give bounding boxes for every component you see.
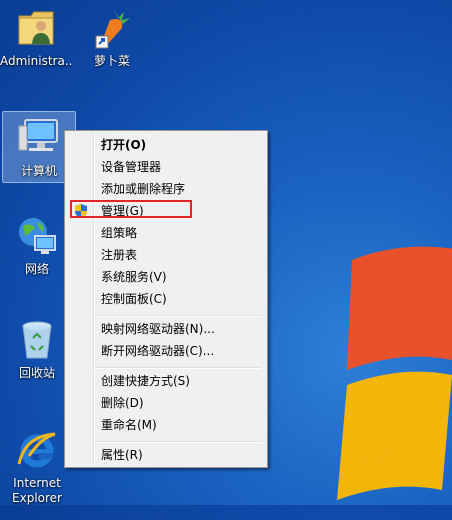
context-menu: 打开(O) 设备管理器 添加或删除程序 管理(G) 组策略 注册表 系统服务(V…	[64, 130, 268, 468]
menu-item-rename[interactable]: 重命名(M)	[67, 414, 263, 436]
menu-item-create-shortcut[interactable]: 创建快捷方式(S)	[67, 370, 263, 392]
desktop-icon-carrot-app[interactable]: 萝卜菜	[75, 6, 149, 69]
windows-flag-logo	[337, 246, 452, 500]
recycle-bin-icon	[15, 318, 59, 362]
menu-item-disconnect-network-drive[interactable]: 断开网络驱动器(C)...	[67, 340, 263, 362]
desktop-icon-label: Administra...	[0, 54, 74, 68]
desktop-icon-label: 网络	[24, 262, 49, 276]
menu-item-properties[interactable]: 属性(R)	[67, 444, 263, 466]
menu-item-open[interactable]: 打开(O)	[67, 134, 263, 156]
menu-separator	[95, 315, 261, 317]
menu-item-delete[interactable]: 删除(D)	[67, 392, 263, 414]
computer-icon	[17, 116, 61, 160]
user-folder-icon	[15, 6, 59, 50]
desktop-icon-label: Explorer	[12, 491, 62, 505]
menu-item-group-policy[interactable]: 组策略	[67, 222, 263, 244]
menu-separator	[95, 367, 261, 369]
desktop: Administra... 萝卜菜 计算机 网络 回收站 Internet Ex…	[0, 0, 452, 505]
desktop-icon-administrator[interactable]: Administra...	[0, 6, 74, 69]
manage-highlight-box	[70, 200, 192, 218]
menu-item-control-panel[interactable]: 控制面板(C)	[67, 288, 263, 310]
network-icon	[15, 214, 59, 258]
menu-separator	[95, 441, 261, 443]
carrot-shortcut-icon	[90, 6, 134, 50]
desktop-icon-label: 萝卜菜	[93, 54, 130, 68]
menu-item-add-remove-programs[interactable]: 添加或删除程序	[67, 178, 263, 200]
desktop-icon-recycle-bin[interactable]: 回收站	[0, 318, 74, 381]
menu-item-system-services[interactable]: 系统服务(V)	[67, 266, 263, 288]
menu-item-device-manager[interactable]: 设备管理器	[67, 156, 263, 178]
internet-explorer-icon	[15, 428, 59, 472]
desktop-icon-label: Internet	[13, 476, 61, 490]
menu-item-registry[interactable]: 注册表	[67, 244, 263, 266]
menu-item-map-network-drive[interactable]: 映射网络驱动器(N)...	[67, 318, 263, 340]
desktop-icon-internet-explorer[interactable]: Internet Explorer	[0, 428, 74, 506]
desktop-icon-network[interactable]: 网络	[0, 214, 74, 277]
desktop-icon-label: 回收站	[18, 366, 55, 380]
